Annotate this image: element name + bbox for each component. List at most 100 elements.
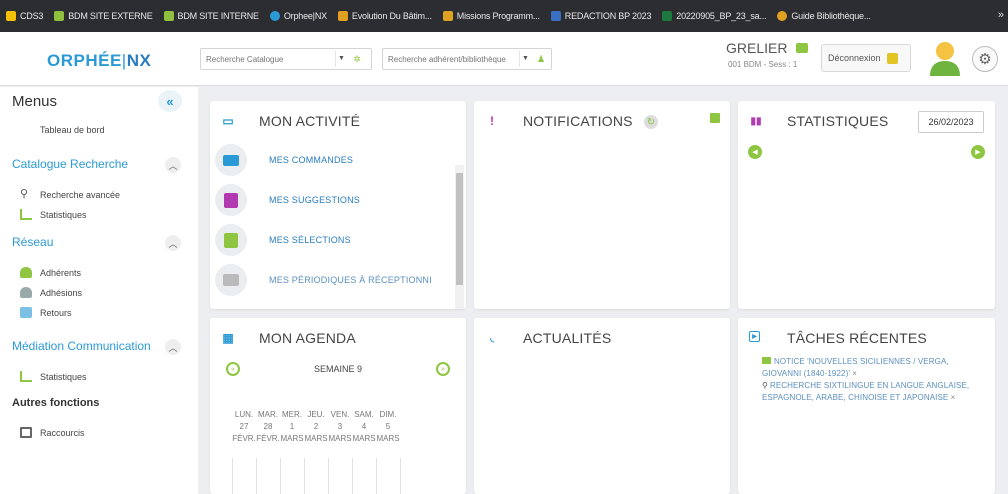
section-catalogue[interactable]: Catalogue Recherche bbox=[12, 157, 128, 171]
refresh-icon[interactable]: ↻ bbox=[644, 115, 658, 129]
chevron-down-icon[interactable]: ▼ bbox=[335, 51, 347, 67]
user-session: 001 BDM - Sess : 1 bbox=[728, 60, 798, 69]
sidebar-item-catalogue-stats[interactable]: Statistiques bbox=[20, 209, 87, 220]
activity-item-selections[interactable]: MES SÉLECTIONS bbox=[215, 223, 453, 257]
task-item[interactable]: NOTICE 'NOUVELLES SICILIENNES / VERGA, G… bbox=[762, 356, 978, 380]
agenda-grid-line bbox=[400, 458, 401, 494]
avatar[interactable] bbox=[928, 40, 962, 76]
next-arrow-icon[interactable]: ▶ bbox=[971, 145, 985, 159]
bookmark-icon bbox=[163, 11, 174, 21]
chevron-down-icon[interactable]: ▼ bbox=[519, 51, 531, 67]
bookmark-bp23[interactable]: 20220905_BP_23_sa... bbox=[662, 11, 767, 21]
scrollbar-thumb[interactable] bbox=[456, 173, 463, 285]
bookmark-icon bbox=[6, 11, 16, 21]
bookmark-bdm-externe[interactable]: BDM SITE EXTERNE bbox=[54, 11, 153, 21]
next-week-icon[interactable]: » bbox=[436, 362, 450, 376]
excel-icon bbox=[662, 11, 673, 21]
orphee-logo[interactable]: ORPHÉE|NX bbox=[47, 51, 151, 71]
bookmark-guide[interactable]: Guide Bibliothèque... bbox=[777, 11, 871, 21]
sidebar-item-advanced-search[interactable]: ⚲ Recherche avancée bbox=[20, 189, 120, 200]
bookmark-icon bbox=[54, 11, 65, 21]
activity-item-orders[interactable]: MES COMMANDES bbox=[215, 143, 453, 177]
logout-button[interactable]: Déconnexion bbox=[821, 44, 911, 72]
sidebar-item-mediation-stats[interactable]: Statistiques bbox=[20, 371, 87, 382]
agenda-grid-line bbox=[328, 458, 329, 494]
tasks-title: TÂCHES RÉCENTES bbox=[787, 330, 927, 346]
task-item[interactable]: ⚲ RECHERCHE SIXTILINGUE EN LANGUE ANGLAIS… bbox=[762, 380, 978, 404]
agenda-month: MARS bbox=[328, 434, 352, 443]
sidebar-item-retours[interactable]: Retours bbox=[20, 307, 72, 318]
bookmark-redaction[interactable]: REDACTION BP 2023 bbox=[550, 11, 651, 21]
section-autres-fonctions[interactable]: Autres fonctions bbox=[12, 397, 99, 409]
search-icon: ⚲ bbox=[20, 188, 29, 200]
chevron-up-icon[interactable]: ︿ bbox=[165, 235, 181, 251]
sidebar-item-adhesions[interactable]: Adhésions bbox=[20, 287, 82, 298]
section-reseau[interactable]: Réseau bbox=[12, 235, 53, 249]
catalogue-search-input[interactable] bbox=[201, 50, 335, 68]
shortcut-icon bbox=[20, 427, 32, 438]
more-bookmarks-button[interactable]: » bbox=[998, 9, 1004, 21]
agenda-date: 3 bbox=[337, 422, 343, 431]
statistics-date[interactable]: 26/02/2023 bbox=[918, 111, 984, 133]
rss-icon: ◟ bbox=[490, 332, 494, 344]
collapse-sidebar-icon[interactable]: « bbox=[158, 90, 182, 112]
sidebar-item-adherents[interactable]: Adhérents bbox=[20, 267, 81, 278]
activity-title: MON ACTIVITÉ bbox=[259, 113, 361, 129]
bookmark-evolution[interactable]: Evolution Du Bâtim... bbox=[337, 11, 432, 21]
activity-item-periodicals[interactable]: MES PÉRIODIQUES À RÉCEPTIONNI bbox=[215, 263, 453, 297]
bookmark-orphee[interactable]: Orphee|NX bbox=[269, 11, 327, 21]
agenda-date: 27 bbox=[239, 422, 249, 431]
bookmark-icon bbox=[337, 11, 348, 21]
return-icon bbox=[20, 307, 32, 318]
bookmark-icon bbox=[777, 11, 788, 21]
chevron-up-icon[interactable]: ︿ bbox=[165, 157, 181, 173]
suggestion-icon bbox=[215, 184, 247, 216]
agenda-month: FÉVR. bbox=[232, 434, 256, 443]
settings-filter-icon[interactable]: ✲ bbox=[350, 52, 364, 66]
bookmark-missions[interactable]: Missions Programm... bbox=[442, 11, 540, 21]
agenda-day-numbers: 27 28 1 2 3 4 5 bbox=[232, 422, 448, 431]
sidebar-item-dashboard[interactable]: Tableau de bord bbox=[40, 125, 105, 135]
statistics-title: STATISTIQUES bbox=[787, 113, 889, 129]
close-icon[interactable]: × bbox=[852, 369, 857, 378]
user-add-icon bbox=[20, 287, 32, 298]
agenda-grid-line bbox=[352, 458, 353, 494]
agenda-month: MARS bbox=[352, 434, 376, 443]
user-icon[interactable]: ♟ bbox=[534, 52, 548, 66]
book-icon bbox=[215, 264, 247, 296]
bar-chart-icon bbox=[20, 209, 32, 220]
app-header: ORPHÉE|NX ▼ ✲ ▼ ♟ GRELIER 001 BDM - Sess… bbox=[0, 32, 1008, 86]
gear-icon[interactable]: ⚙ bbox=[972, 46, 998, 72]
agenda-title: MON AGENDA bbox=[259, 330, 356, 346]
close-icon[interactable]: × bbox=[951, 393, 956, 402]
bookmark-icon bbox=[442, 11, 453, 21]
bookmark-bdm-interne[interactable]: BDM SITE INTERNE bbox=[163, 11, 259, 21]
chevron-up-icon[interactable]: ︿ bbox=[165, 339, 181, 355]
clipboard-icon bbox=[215, 224, 247, 256]
agenda-day: LUN. bbox=[234, 410, 254, 419]
tasks-panel: ▶ TÂCHES RÉCENTES NOTICE 'NOUVELLES SICI… bbox=[738, 318, 995, 494]
agenda-day: VEN. bbox=[330, 410, 350, 419]
bar-chart-icon bbox=[20, 371, 32, 382]
previous-arrow-icon[interactable]: ◀ bbox=[748, 145, 762, 159]
notepad-icon[interactable] bbox=[710, 113, 720, 123]
adherent-search-input[interactable] bbox=[383, 50, 519, 68]
agenda-date: 5 bbox=[385, 422, 391, 431]
news-title: ACTUALITÉS bbox=[523, 330, 612, 346]
user-name: GRELIER bbox=[726, 40, 788, 56]
cart-icon bbox=[215, 144, 247, 176]
agenda-month: MARS bbox=[280, 434, 304, 443]
activity-scrollbar[interactable] bbox=[455, 165, 464, 309]
avatar-icon bbox=[930, 42, 960, 76]
bookmarks-bar: CDS3 BDM SITE EXTERNE BDM SITE INTERNE O… bbox=[0, 0, 1008, 32]
sidebar-item-raccourcis[interactable]: Raccourcis bbox=[20, 427, 85, 438]
bookmark-cds3[interactable]: CDS3 bbox=[6, 11, 43, 21]
monitor-icon: ▭ bbox=[222, 114, 234, 128]
week-label: SEMAINE 9 bbox=[313, 364, 362, 374]
agenda-grid-line bbox=[304, 458, 305, 494]
agenda-grid-line bbox=[280, 458, 281, 494]
activity-item-suggestions[interactable]: MES SUGGESTIONS bbox=[215, 183, 453, 217]
agenda-day: JEU. bbox=[307, 410, 325, 419]
agenda-grid-line bbox=[256, 458, 257, 494]
section-mediation[interactable]: Médiation Communication bbox=[12, 339, 151, 353]
